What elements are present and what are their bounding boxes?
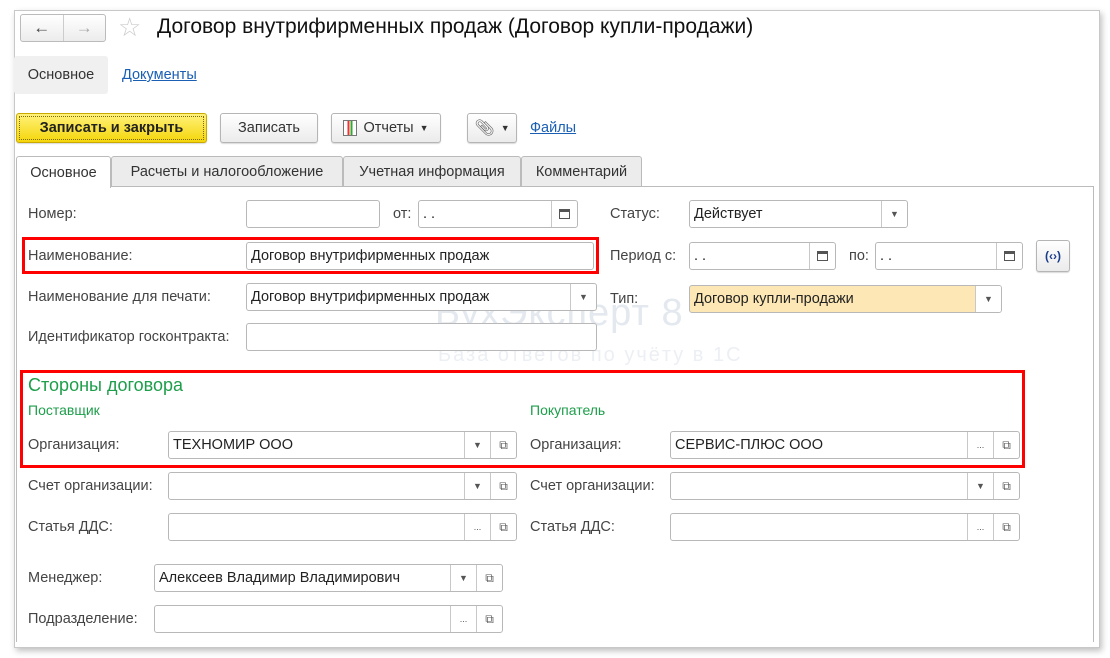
calendar-icon[interactable] xyxy=(996,243,1022,269)
buyer-account-input[interactable]: ▼ ⧉ xyxy=(670,472,1020,500)
period-from-label: Период с: xyxy=(610,248,677,264)
open-icon[interactable]: ⧉ xyxy=(993,432,1019,458)
open-icon[interactable]: ⧉ xyxy=(993,473,1019,499)
dropdown-icon[interactable]: ▼ xyxy=(967,473,993,499)
status-label: Статус: xyxy=(610,206,660,222)
type-value: Договор купли-продажи xyxy=(694,291,854,307)
open-icon[interactable]: ⧉ xyxy=(993,514,1019,540)
back-button[interactable]: ← xyxy=(21,15,63,41)
ellipsis-icon[interactable]: ... xyxy=(464,514,490,540)
supplier-account-label: Счет организации: xyxy=(28,478,153,494)
files-link[interactable]: Файлы xyxy=(530,120,576,136)
attach-button[interactable]: 📎︎ ▼ xyxy=(467,113,517,143)
period-to-value: . . xyxy=(880,248,893,264)
supplier-org-input[interactable]: ТЕХНОМИР ООО ▼ ⧉ xyxy=(168,431,517,459)
print-name-input[interactable]: Договор внутрифирменных продаж ▼ xyxy=(246,283,597,311)
supplier-org-value: ТЕХНОМИР ООО xyxy=(173,437,293,453)
calendar-icon[interactable] xyxy=(551,201,577,227)
calendar-icon[interactable] xyxy=(809,243,835,269)
dropdown-icon[interactable]: ▼ xyxy=(450,565,476,591)
dropdown-icon[interactable]: ▼ xyxy=(464,432,490,458)
manager-input[interactable]: Алексеев Владимир Владимирович ▼ ⧉ xyxy=(154,564,503,592)
report-icon xyxy=(343,120,358,136)
status-select[interactable]: Действует ▼ xyxy=(689,200,908,228)
supplier-dds-label: Статья ДДС: xyxy=(28,519,113,535)
panel-tab-documents[interactable]: Документы xyxy=(122,67,197,83)
gov-id-value xyxy=(247,324,596,350)
dropdown-icon[interactable]: ▼ xyxy=(570,284,596,310)
dropdown-icon[interactable]: ▼ xyxy=(881,201,907,227)
chevron-down-icon: ▼ xyxy=(419,123,429,133)
type-select[interactable]: Договор купли-продажи ▼ xyxy=(689,285,1002,313)
type-label: Тип: xyxy=(610,291,639,307)
save-and-close-button[interactable]: Записать и закрыть xyxy=(16,113,207,143)
number-label: Номер: xyxy=(28,206,77,222)
period-from-value: . . xyxy=(694,248,707,264)
date-value: . . xyxy=(423,206,436,222)
buyer-org-label: Организация: xyxy=(530,437,622,453)
buyer-dds-input[interactable]: ... ⧉ xyxy=(670,513,1020,541)
buyer-account-value xyxy=(671,473,967,499)
supplier-title: Поставщик xyxy=(28,402,100,418)
buyer-dds-value xyxy=(671,514,967,540)
manager-label: Менеджер: xyxy=(28,570,103,586)
open-icon[interactable]: ⧉ xyxy=(490,514,516,540)
paperclip-icon: 📎︎ xyxy=(474,120,495,137)
number-value xyxy=(247,201,379,227)
tab-comment[interactable]: Комментарий xyxy=(521,156,642,187)
period-icon: (‹›) xyxy=(1045,249,1061,263)
department-input[interactable]: ... ⧉ xyxy=(154,605,503,633)
gov-id-label: Идентификатор госконтракта: xyxy=(28,329,230,345)
save-button[interactable]: Записать xyxy=(220,113,318,143)
buyer-org-input[interactable]: СЕРВИС-ПЛЮС ООО... ⧉ xyxy=(670,431,1020,459)
supplier-dds-input[interactable]: ... ⧉ xyxy=(168,513,517,541)
chevron-down-icon: ▼ xyxy=(500,123,510,133)
ellipsis-icon[interactable]: ... xyxy=(967,432,993,458)
open-icon[interactable]: ⧉ xyxy=(476,606,502,632)
panel-tab-main[interactable]: Основное xyxy=(14,56,108,94)
favorite-star-icon[interactable]: ☆ xyxy=(118,12,141,43)
name-label: Наименование: xyxy=(28,248,133,264)
period-from-input[interactable]: . . xyxy=(689,242,836,270)
parties-title: Стороны договора xyxy=(28,375,184,395)
window-title: Договор внутрифирменных продаж (Договор … xyxy=(157,15,754,38)
open-icon[interactable]: ⧉ xyxy=(490,473,516,499)
department-label: Подразделение: xyxy=(28,611,138,627)
open-icon[interactable]: ⧉ xyxy=(476,565,502,591)
open-icon[interactable]: ⧉ xyxy=(490,432,516,458)
dropdown-icon[interactable]: ▼ xyxy=(464,473,490,499)
ellipsis-icon[interactable]: ... xyxy=(967,514,993,540)
period-to-input[interactable]: . . xyxy=(875,242,1023,270)
supplier-account-input[interactable]: ▼ ⧉ xyxy=(168,472,517,500)
reports-label: Отчеты xyxy=(363,120,414,136)
print-name-label: Наименование для печати: xyxy=(28,289,211,305)
nav-buttons: ← → xyxy=(20,14,106,42)
tab-settlements[interactable]: Расчеты и налогообложение xyxy=(111,156,343,187)
from-label: от: xyxy=(393,206,412,222)
print-name-value: Договор внутрифирменных продаж xyxy=(251,289,490,305)
supplier-dds-value xyxy=(169,514,464,540)
ellipsis-icon[interactable]: ... xyxy=(450,606,476,632)
buyer-dds-label: Статья ДДС: xyxy=(530,519,615,535)
forward-button[interactable]: → xyxy=(62,15,106,41)
gov-id-input[interactable] xyxy=(246,323,597,351)
supplier-org-label: Организация: xyxy=(28,437,120,453)
tab-main[interactable]: Основное xyxy=(16,156,111,188)
number-input[interactable] xyxy=(246,200,380,228)
manager-value: Алексеев Владимир Владимирович xyxy=(159,570,401,586)
buyer-title: Покупатель xyxy=(530,402,606,418)
name-value: Договор внутрифирменных продаж xyxy=(251,248,490,264)
period-select-button[interactable]: (‹›) xyxy=(1036,240,1070,272)
department-value xyxy=(155,606,450,632)
buyer-org-value: СЕРВИС-ПЛЮС ООО xyxy=(675,437,823,453)
buyer-account-label: Счет организации: xyxy=(530,478,655,494)
reports-button[interactable]: Отчеты ▼ xyxy=(331,113,441,143)
supplier-account-value xyxy=(169,473,464,499)
date-input[interactable]: . . xyxy=(418,200,578,228)
name-input[interactable]: Договор внутрифирменных продаж xyxy=(246,242,594,270)
status-value: Действует xyxy=(694,206,763,222)
dropdown-icon[interactable]: ▼ xyxy=(975,286,1001,312)
tab-accounting[interactable]: Учетная информация xyxy=(343,156,521,187)
period-to-label: по: xyxy=(849,248,869,264)
